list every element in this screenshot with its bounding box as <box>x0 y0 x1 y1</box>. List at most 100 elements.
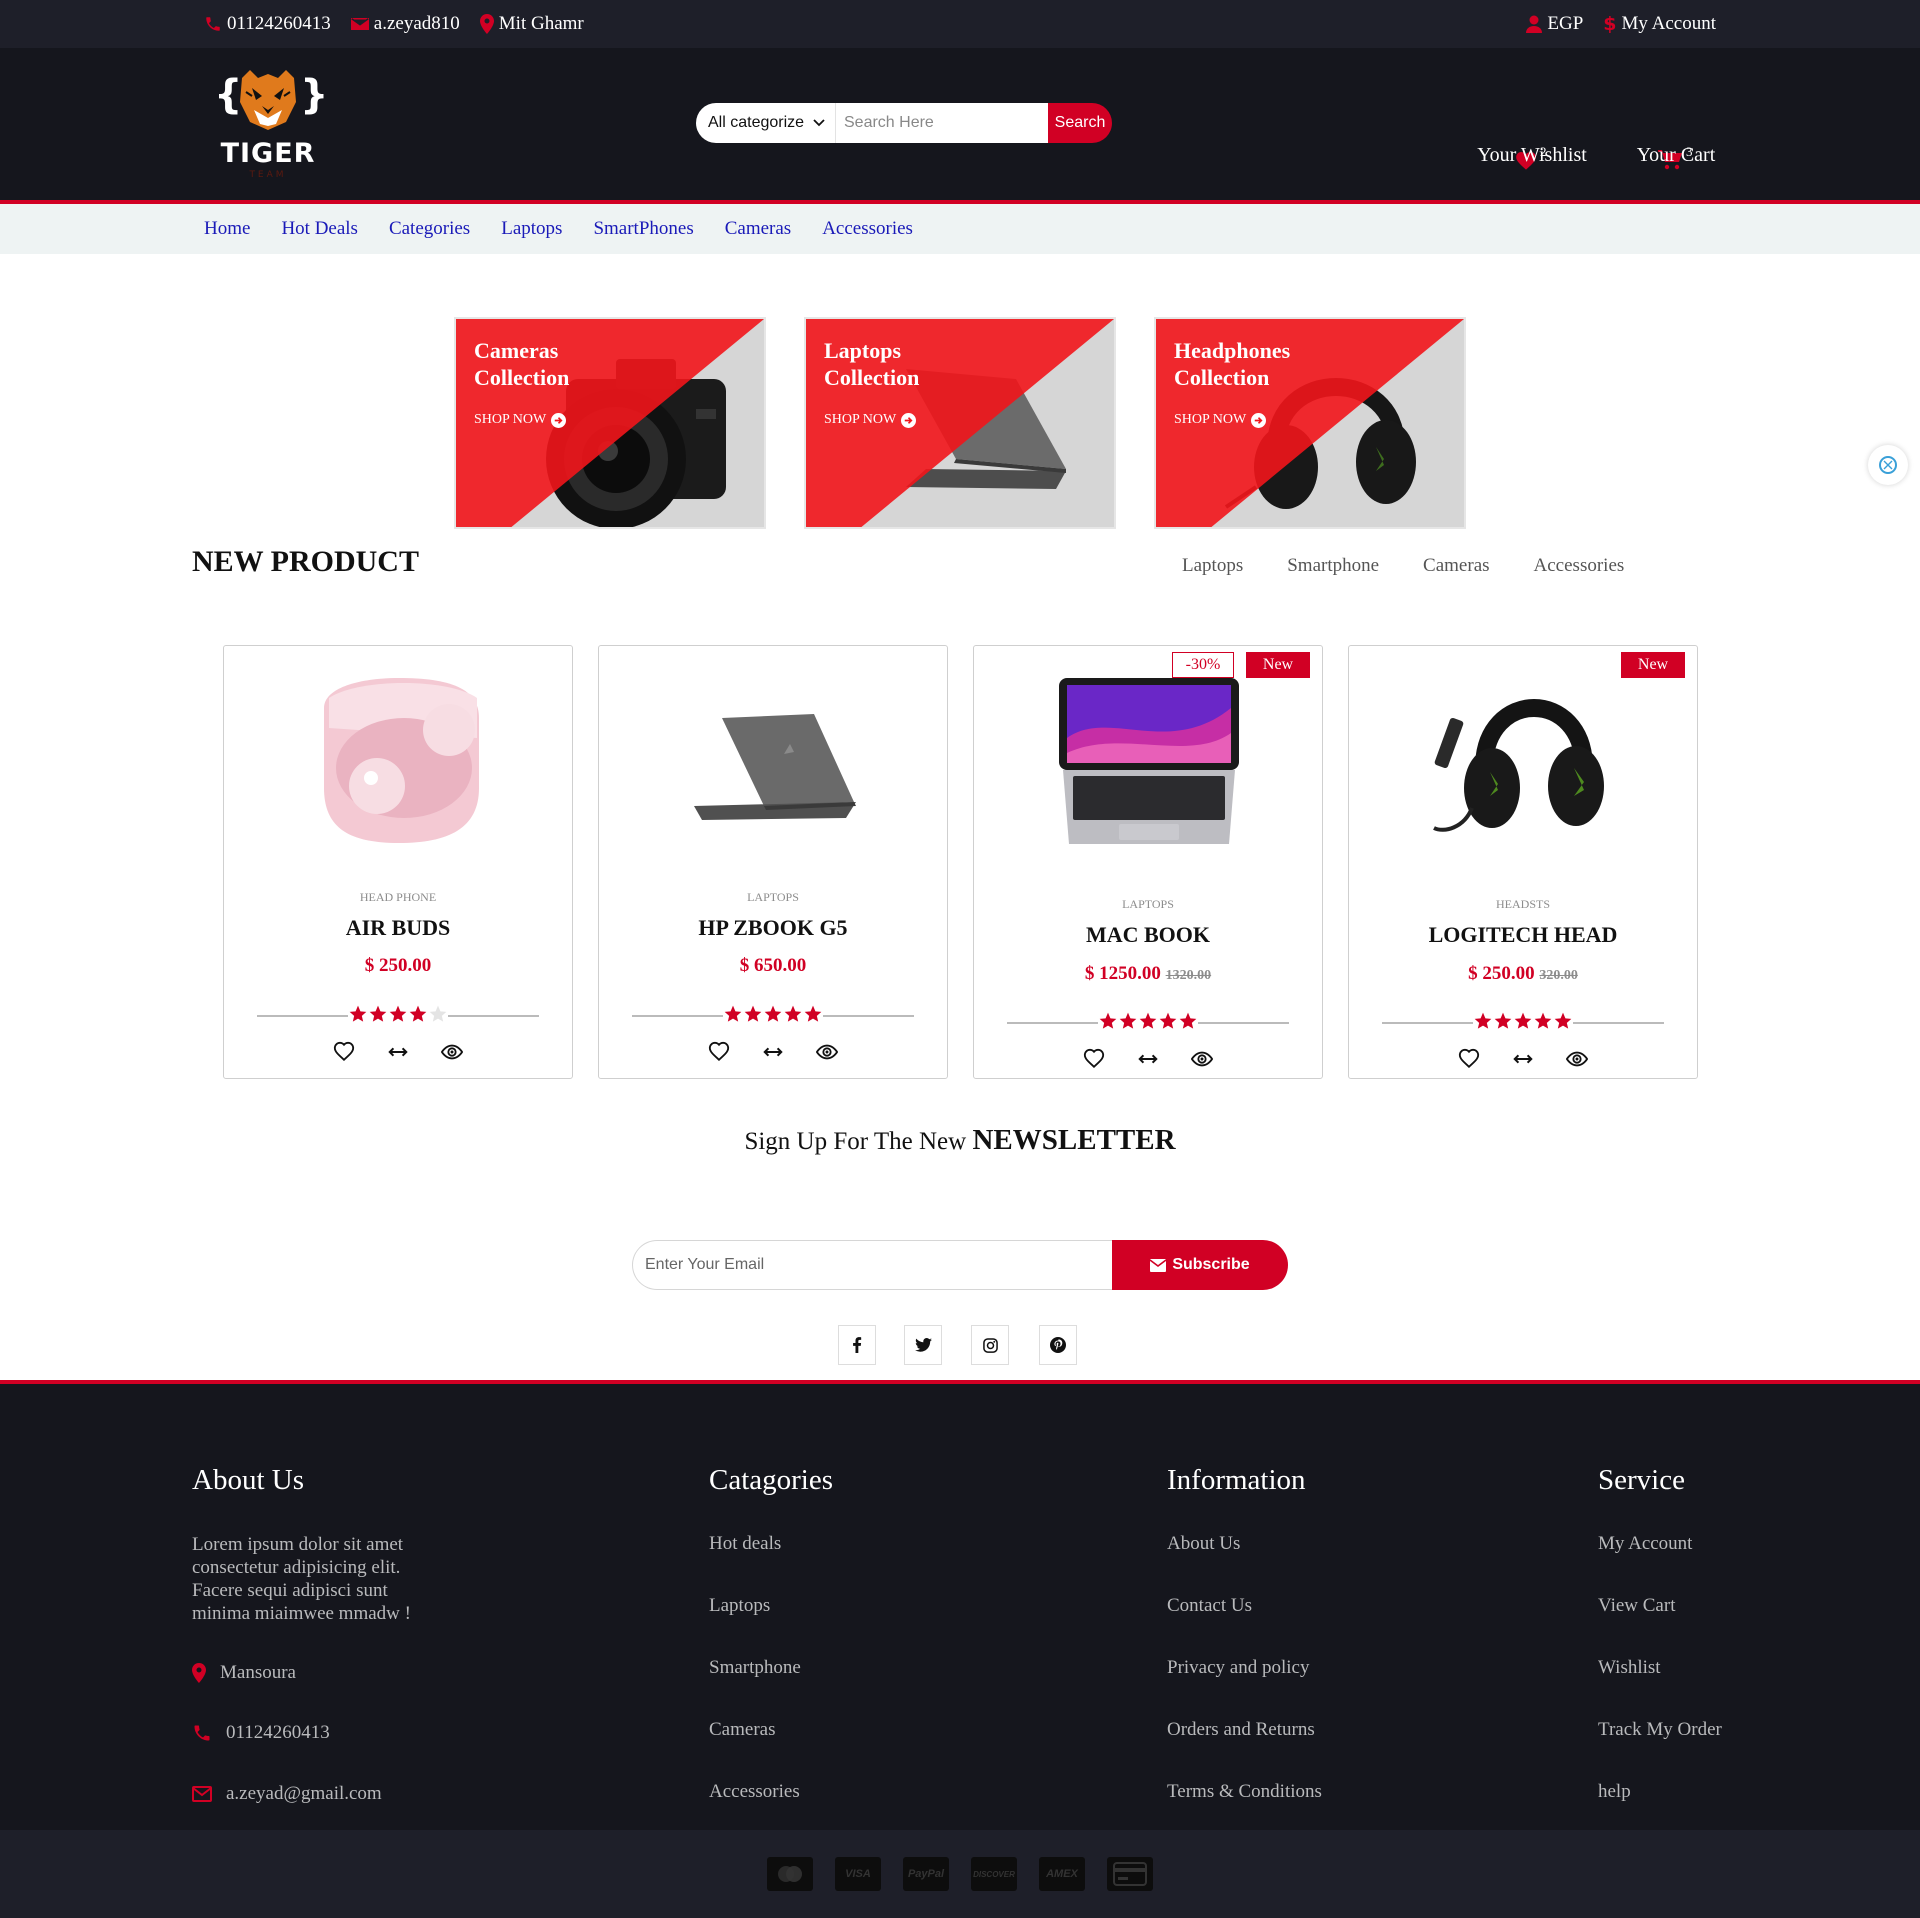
product-price-current: $ 1250.00 <box>1084 963 1161 984</box>
assistant-icon[interactable] <box>1868 445 1908 485</box>
category-select-value: All categorize <box>708 114 805 131</box>
compare-arrows-icon[interactable] <box>1512 1048 1534 1070</box>
footer-categories: Catagories Hot deals Laptops Smartphone … <box>709 1464 833 1843</box>
collection-laptops[interactable]: Laptops Collection SHOP NOW <box>804 317 1116 529</box>
tab-cameras[interactable]: Cameras <box>1423 555 1489 577</box>
shop-now-link[interactable]: SHOP NOW <box>1174 412 1267 428</box>
product-price: $ 250.00 <box>224 955 572 977</box>
nav-cameras[interactable]: Cameras <box>725 218 791 240</box>
collection-headphones[interactable]: Headphones Collection SHOP NOW <box>1154 317 1466 529</box>
compare-arrows-icon[interactable] <box>387 1041 409 1063</box>
facebook-link[interactable] <box>838 1325 876 1365</box>
footer-link-view-cart[interactable]: View Cart <box>1598 1595 1722 1657</box>
eye-icon[interactable] <box>1566 1048 1588 1070</box>
product-card[interactable]: HEAD PHONE AIR BUDS $ 250.00 <box>223 645 573 1079</box>
footer-link-privacy[interactable]: Privacy and policy <box>1167 1657 1322 1719</box>
wishlist-link[interactable]: Your Wishlist <box>1476 144 1588 167</box>
email-input[interactable]: Enter Your Email <box>632 1240 1112 1290</box>
my-account-text: My Account <box>1621 13 1716 34</box>
footer-bottom: VISA PayPal DISCOVER AMEX <box>0 1830 1920 1918</box>
star-filled-icon <box>408 1004 428 1024</box>
tab-accessories[interactable]: Accessories <box>1534 555 1625 577</box>
product-name[interactable]: LOGITECH HEAD <box>1349 922 1697 948</box>
new-badge: New <box>1246 652 1310 678</box>
subscribe-button[interactable]: Subscribe <box>1112 1240 1288 1290</box>
product-name[interactable]: HP ZBOOK G5 <box>599 915 947 941</box>
footer-information: Information About Us Contact Us Privacy … <box>1167 1464 1322 1843</box>
star-filled-icon <box>348 1004 368 1024</box>
tab-smartphone[interactable]: Smartphone <box>1287 555 1379 577</box>
search-button[interactable]: Search <box>1048 103 1112 143</box>
my-account-link[interactable]: $ My Account <box>1603 13 1716 35</box>
top-location[interactable]: Mit Ghamr <box>479 13 584 35</box>
heart-outline-icon[interactable] <box>333 1041 355 1063</box>
heart-outline-icon[interactable] <box>1458 1048 1480 1070</box>
tiger-logo[interactable]: { } TIGER TEAM <box>208 66 328 184</box>
footer-service-title: Service <box>1598 1464 1685 1496</box>
twitter-link[interactable] <box>904 1325 942 1365</box>
collection-title: Cameras Collection <box>474 338 570 390</box>
product-price: $ 250.00 320.00 <box>1349 963 1697 985</box>
compare-arrows-icon[interactable] <box>762 1041 784 1063</box>
eye-icon[interactable] <box>1191 1048 1213 1070</box>
collection-title: Laptops Collection <box>824 338 920 390</box>
rating <box>1349 1011 1697 1031</box>
nav-accessories[interactable]: Accessories <box>822 218 913 240</box>
phone-icon <box>206 17 220 31</box>
top-phone[interactable]: 01124260413 <box>204 13 331 35</box>
new-badge: New <box>1621 652 1685 678</box>
shop-now-link[interactable]: SHOP NOW <box>824 412 917 428</box>
category-select[interactable]: All categorize <box>696 103 836 143</box>
logo-text: TIGER <box>220 138 316 169</box>
credit-card-icon <box>1107 1857 1153 1891</box>
footer-link-orders-returns[interactable]: Orders and Returns <box>1167 1719 1322 1781</box>
top-email[interactable]: a.zeyad810 <box>350 13 460 35</box>
nav-home[interactable]: Home <box>204 218 250 240</box>
dollar-icon: $ <box>1603 13 1617 35</box>
footer-link-wishlist[interactable]: Wishlist <box>1598 1657 1722 1719</box>
product-name[interactable]: AIR BUDS <box>224 915 572 941</box>
cart-link[interactable]: Your Cart <box>1632 144 1720 167</box>
footer-about-text: Lorem ipsum dolor sit amet consectetur a… <box>192 1534 411 1624</box>
main-nav: Home Hot Deals Categories Laptops SmartP… <box>0 204 1920 254</box>
product-card[interactable]: -30% New LAPTOPS MAC BOOK $ 1250.00 1320… <box>973 645 1323 1079</box>
footer-link-hot-deals[interactable]: Hot deals <box>709 1533 833 1595</box>
top-bar: 01124260413 a.zeyad810 Mit Ghamr EGP $ M… <box>0 0 1920 48</box>
footer-link-track-order[interactable]: Track My Order <box>1598 1719 1722 1781</box>
currency-selector[interactable]: EGP <box>1526 13 1583 35</box>
product-card[interactable]: LAPTOPS HP ZBOOK G5 $ 650.00 <box>598 645 948 1079</box>
instagram-link[interactable] <box>971 1325 1009 1365</box>
footer-link-laptops[interactable]: Laptops <box>709 1595 833 1657</box>
product-card[interactable]: New HEADSTS LOGITECH HEAD $ 250.00 320.0… <box>1348 645 1698 1079</box>
nav-smartphones[interactable]: SmartPhones <box>593 218 693 240</box>
product-image-logitech-head <box>1433 699 1604 832</box>
compare-arrows-icon[interactable] <box>1137 1048 1159 1070</box>
tab-laptops[interactable]: Laptops <box>1182 555 1243 577</box>
nav-hot-deals[interactable]: Hot Deals <box>281 218 358 240</box>
product-name[interactable]: MAC BOOK <box>974 922 1322 948</box>
pinterest-link[interactable] <box>1039 1325 1077 1365</box>
footer-phone[interactable]: 01124260413 <box>192 1722 330 1744</box>
facebook-icon <box>853 1337 862 1353</box>
star-filled-icon <box>1178 1011 1198 1031</box>
star-filled-icon <box>1553 1011 1573 1031</box>
nav-categories[interactable]: Categories <box>389 218 470 240</box>
search-input[interactable]: Search Here <box>836 103 1048 143</box>
top-bar-account: EGP $ My Account <box>1526 13 1716 35</box>
footer-link-contact-us[interactable]: Contact Us <box>1167 1595 1322 1657</box>
star-filled-icon <box>743 1004 763 1024</box>
shop-now-link[interactable]: SHOP NOW <box>474 412 567 428</box>
footer-link-smartphone[interactable]: Smartphone <box>709 1657 833 1719</box>
footer-link-about-us[interactable]: About Us <box>1167 1533 1322 1595</box>
footer-email[interactable]: a.zeyad@gmail.com <box>192 1783 382 1805</box>
nav-laptops[interactable]: Laptops <box>501 218 562 240</box>
heart-outline-icon[interactable] <box>708 1041 730 1063</box>
footer-link-cameras[interactable]: Cameras <box>709 1719 833 1781</box>
footer-link-my-account[interactable]: My Account <box>1598 1533 1722 1595</box>
product-price-current: $ 250.00 <box>364 955 432 976</box>
pinterest-icon <box>1050 1337 1066 1353</box>
eye-icon[interactable] <box>816 1041 838 1063</box>
heart-outline-icon[interactable] <box>1083 1048 1105 1070</box>
eye-icon[interactable] <box>441 1041 463 1063</box>
collection-cameras[interactable]: Cameras Collection SHOP NOW <box>454 317 766 529</box>
